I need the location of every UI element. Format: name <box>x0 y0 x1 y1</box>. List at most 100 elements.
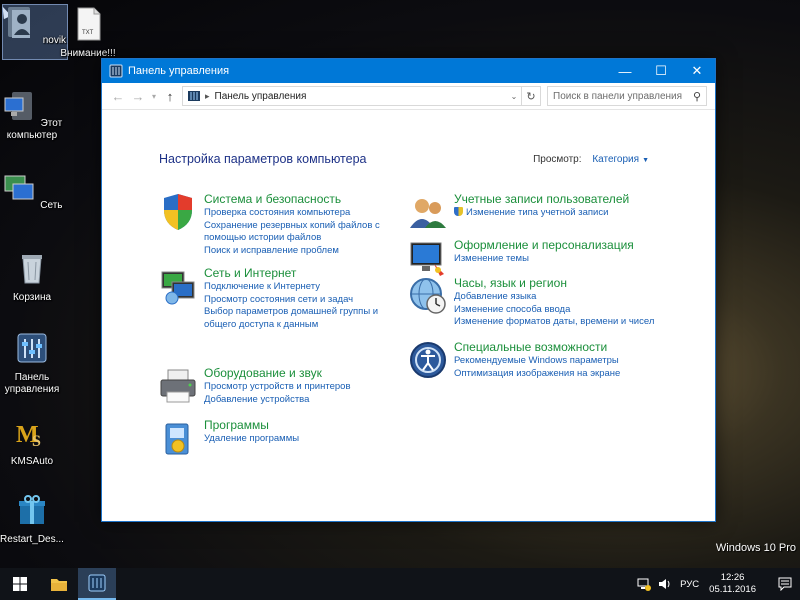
link-network-status[interactable]: Просмотр состояния сети и задач <box>204 294 388 307</box>
window-title: Панель управления <box>128 65 230 77</box>
network-status-icon[interactable] <box>637 577 652 591</box>
category-title[interactable]: Часы, язык и регион <box>454 276 654 290</box>
address-field[interactable]: ▸ Панель управления ⌄ <box>182 86 522 106</box>
gift-box-icon <box>19 495 45 524</box>
link-add-language[interactable]: Добавление языка <box>454 291 654 304</box>
start-button[interactable] <box>0 568 40 600</box>
view-by: Просмотр: Категория ▼ <box>533 154 649 165</box>
control-panel-icon <box>188 91 200 101</box>
link-change-account-type[interactable]: Изменение типа учетной записи <box>454 207 629 220</box>
appearance-icon <box>410 242 444 276</box>
desktop-icon-this-pc[interactable]: Этот компьютер <box>0 88 64 142</box>
minimize-button[interactable]: — <box>607 59 643 83</box>
desktop-icon-label: Панель управления <box>4 372 60 395</box>
window-titlebar[interactable]: Панель управления — ☐ ✕ <box>102 59 715 83</box>
printer-icon <box>160 369 196 403</box>
shield-icon <box>164 194 192 230</box>
search-box[interactable]: ⚲ <box>547 86 707 106</box>
user-folder-icon <box>7 7 30 38</box>
link-change-theme[interactable]: Изменение темы <box>454 253 634 266</box>
kmsauto-icon: M S <box>16 422 41 450</box>
page-title: Настройка параметров компьютера <box>159 152 367 166</box>
network-icon <box>4 175 34 200</box>
clock-globe-icon <box>410 278 446 314</box>
clock[interactable]: 12:26 05.11.2016 <box>709 572 756 596</box>
text-file-icon: TXT <box>77 7 101 41</box>
address-bar: ← → ▾ ↑ ▸ Панель управления ⌄ ↻ ⚲ <box>102 83 715 110</box>
category-appearance: Оформление и персонализация Изменение те… <box>408 238 668 278</box>
link-add-device[interactable]: Добавление устройства <box>204 394 351 407</box>
category-title[interactable]: Учетные записи пользователей <box>454 192 629 206</box>
link-change-date-formats[interactable]: Изменение форматов даты, времени и чисел <box>454 316 654 329</box>
link-check-status[interactable]: Проверка состояния компьютера <box>204 207 388 220</box>
link-change-input-method[interactable]: Изменение способа ввода <box>454 304 654 317</box>
content-area: Настройка параметров компьютера Просмотр… <box>102 110 715 520</box>
close-button[interactable]: ✕ <box>679 59 715 83</box>
taskbar-control-panel[interactable] <box>78 568 116 600</box>
category-title[interactable]: Оборудование и звук <box>204 366 351 380</box>
desktop-icon-control-panel[interactable]: Панель управления <box>0 330 64 396</box>
link-uninstall-program[interactable]: Удаление программы <box>204 433 299 446</box>
control-panel-icon <box>109 64 123 78</box>
category-network-internet: Сеть и Интернет Подключение к Интернету … <box>158 266 388 331</box>
search-input[interactable] <box>548 89 688 103</box>
view-by-dropdown[interactable]: Категория <box>592 154 639 165</box>
breadcrumb[interactable]: Панель управления <box>215 91 507 102</box>
input-language[interactable]: РУС <box>680 579 699 590</box>
recycle-bin-icon <box>22 255 42 284</box>
forward-button[interactable]: → <box>128 89 148 104</box>
taskbar-file-explorer[interactable] <box>40 568 78 600</box>
refresh-button[interactable]: ↻ <box>522 86 541 106</box>
this-pc-icon <box>4 92 32 120</box>
link-optimize-display[interactable]: Оптимизация изображения на экране <box>454 368 620 381</box>
category-user-accounts: Учетные записи пользователей Изменение т… <box>408 192 668 232</box>
desktop-icon-restart[interactable]: Restart_Des... <box>0 492 64 546</box>
taskbar: РУС 12:26 05.11.2016 <box>0 568 800 600</box>
up-button[interactable]: ↑ <box>160 89 180 104</box>
os-edition-watermark: Windows 10 Pro <box>715 542 796 554</box>
link-recommended-settings[interactable]: Рекомендуемые Windows параметры <box>454 355 620 368</box>
desktop-icon-kmsauto[interactable]: M S KMSAuto <box>0 414 64 468</box>
link-file-history-backup[interactable]: Сохранение резервных копий файлов с помо… <box>204 220 388 245</box>
minimize-icon: — <box>618 63 632 79</box>
dropdown-recent-button[interactable]: ▾ <box>148 92 160 101</box>
link-homegroup-sharing[interactable]: Выбор параметров домашней группы и общег… <box>204 306 388 331</box>
category-title[interactable]: Система и безопасность <box>204 192 388 206</box>
category-title[interactable]: Программы <box>204 418 299 432</box>
chevron-down-icon[interactable]: ▼ <box>642 157 649 164</box>
chevron-down-icon[interactable]: ⌄ <box>507 92 521 101</box>
category-programs: Программы Удаление программы <box>158 418 388 458</box>
category-hardware-sound: Оборудование и звук Просмотр устройств и… <box>158 366 388 406</box>
desktop-icon-network[interactable]: Сеть <box>0 170 64 212</box>
accessibility-icon <box>410 342 446 378</box>
notification-icon <box>778 577 792 591</box>
control-panel-icon <box>88 574 106 592</box>
link-devices-printers[interactable]: Просмотр устройств и принтеров <box>204 381 351 394</box>
action-center-button[interactable] <box>770 568 800 600</box>
system-tray: РУС 12:26 05.11.2016 <box>634 568 800 600</box>
category-title[interactable]: Оформление и персонализация <box>454 238 634 252</box>
desktop-icon-label: KMSAuto <box>10 456 54 467</box>
link-troubleshoot[interactable]: Поиск и исправление проблем <box>204 245 388 258</box>
category-clock-language-region: Часы, язык и регион Добавление языка Изм… <box>408 276 678 329</box>
link-connect-internet[interactable]: Подключение к Интернету <box>204 281 388 294</box>
network-internet-icon <box>161 271 195 305</box>
clock-date: 05.11.2016 <box>709 584 756 595</box>
maximize-icon: ☐ <box>655 63 667 78</box>
desktop-icon-text-file[interactable]: TXT Внимание!!! <box>56 6 120 60</box>
svg-text:S: S <box>32 433 41 450</box>
desktop-icon-recycle-bin[interactable]: Корзина <box>0 250 64 304</box>
back-button[interactable]: ← <box>108 89 128 104</box>
desktop-icon-label: Restart_Des... <box>0 534 64 545</box>
category-system-security: Система и безопасность Проверка состояни… <box>158 192 388 257</box>
search-icon: ⚲ <box>692 90 702 103</box>
category-title[interactable]: Специальные возможности <box>454 340 620 354</box>
desktop-icon-label: Сеть <box>40 200 63 211</box>
desktop-icon-label: Корзина <box>12 292 52 303</box>
category-title[interactable]: Сеть и Интернет <box>204 266 388 280</box>
refresh-icon: ↻ <box>526 90 536 103</box>
clock-time: 12:26 <box>720 572 745 583</box>
maximize-button[interactable]: ☐ <box>643 59 679 83</box>
volume-icon[interactable] <box>657 577 671 591</box>
close-icon: ✕ <box>691 63 703 78</box>
